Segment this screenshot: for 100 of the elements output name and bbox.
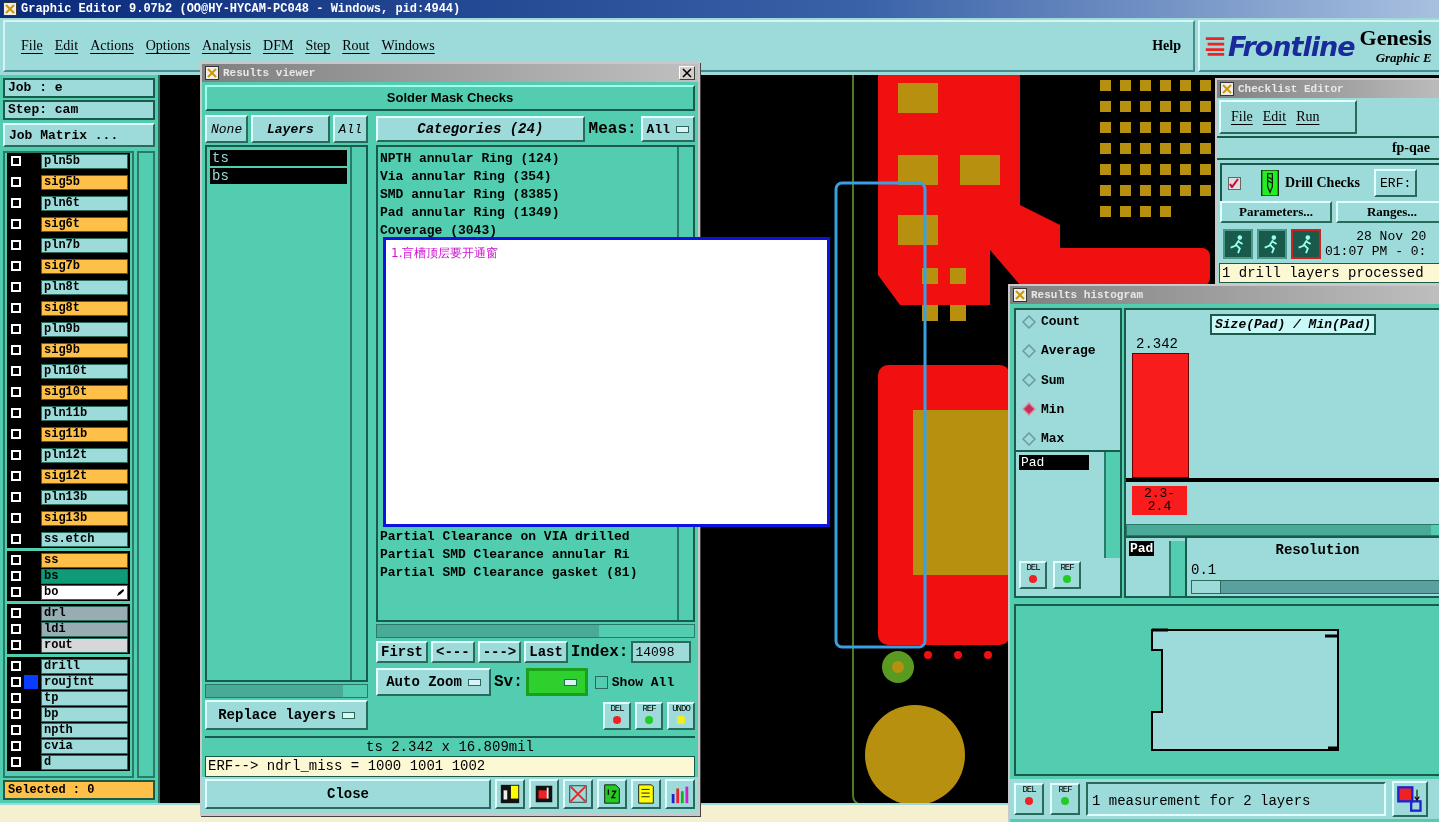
layer-checkbox[interactable] [11,240,21,250]
layer-checkbox[interactable] [11,471,21,481]
stop-icon[interactable] [529,779,559,809]
layer-item[interactable]: cvia [41,738,128,754]
close-button[interactable] [679,66,695,80]
layer-checkbox[interactable] [11,587,21,597]
bar-chart-icon[interactable] [665,779,695,809]
meas-dropdown[interactable]: All [640,116,695,142]
refresh-button[interactable]: REF [1050,783,1080,815]
menu-item[interactable]: File [15,38,49,54]
layer-item[interactable]: bo [41,584,128,600]
layer-item[interactable]: sig11b [41,426,128,442]
layer-item[interactable]: sig7b [41,258,128,274]
categories-button[interactable]: Categories (24) [376,116,585,142]
layer-checkbox[interactable] [11,677,21,687]
layer-item[interactable]: bp [41,706,128,722]
help-menu[interactable]: Help [1146,38,1187,54]
nav-button[interactable]: ---> [477,641,522,663]
layer-item[interactable]: drill [41,658,128,674]
layers-button[interactable]: Layers [251,115,330,143]
refresh-button[interactable]: REF [635,702,663,730]
layer-checkbox[interactable] [11,513,21,523]
menu-item[interactable]: Actions [84,38,140,54]
list-item[interactable]: Pad [1019,455,1089,470]
layer-checkbox[interactable] [11,624,21,634]
parameters-button[interactable]: Parameters... [1220,201,1332,223]
list-item[interactable]: Coverage (3043) [380,222,675,240]
show-all-checkbox[interactable] [594,675,608,689]
layer-item[interactable]: pln6t [41,195,128,211]
mode-radio[interactable] [1022,373,1036,387]
layer-checkbox[interactable] [11,757,21,767]
scrollbar[interactable] [1104,452,1120,558]
list-item[interactable]: Partial SMD Clearance gasket (81) [380,564,675,582]
check-checkbox[interactable] [1228,176,1241,190]
zoom-dropdown[interactable]: Auto Zoom [376,668,491,696]
layer-item[interactable]: ss [41,552,128,568]
menu-item[interactable]: Analysis [196,38,258,54]
layer-checkbox[interactable] [11,324,21,334]
menu-item[interactable]: DFM [257,38,300,54]
layer-checkbox[interactable] [11,219,21,229]
layer-checkbox[interactable] [11,492,21,502]
layer-item[interactable]: pln11b [41,405,128,421]
menu-item[interactable]: Step [299,38,337,54]
layer-checkbox[interactable] [11,261,21,271]
layer-item[interactable]: pln7b [41,237,128,253]
layer-item[interactable]: d [41,754,128,770]
layer-checkbox[interactable] [11,408,21,418]
layer-checkbox[interactable] [11,177,21,187]
layer-checkbox[interactable] [11,156,21,166]
nav-button[interactable]: <--- [431,641,475,663]
layer-item[interactable]: bs [41,568,128,584]
layer-item[interactable]: pln13b [41,489,128,505]
layer-item[interactable]: rout [41,637,128,653]
list-item[interactable]: NPTH annular Ring (124) [380,150,675,168]
none-button[interactable]: None [205,115,249,143]
layer-item[interactable]: sig6t [41,216,128,232]
layer-item[interactable]: sig8t [41,300,128,316]
delete-button[interactable]: DEL [1019,561,1047,589]
layer-checkbox[interactable] [11,345,21,355]
layer-checkbox[interactable] [11,387,21,397]
all-button[interactable]: All [332,115,368,143]
layer-checkbox[interactable] [11,661,21,671]
menu-item[interactable]: Edit [48,38,85,54]
layer-item[interactable]: sig12t [41,468,128,484]
layer-checkbox[interactable] [11,725,21,735]
layer-checkbox[interactable] [11,450,21,460]
delete-button[interactable]: DEL [1014,783,1044,815]
layer-checkbox[interactable] [11,741,21,751]
run-icon[interactable] [1223,229,1253,259]
note-icon[interactable] [631,779,661,809]
layer-item[interactable]: pln12t [41,447,128,463]
menu-item[interactable]: Run [1292,109,1324,125]
list-item[interactable]: bs [210,168,347,184]
layer-item[interactable]: drl [41,605,128,621]
close-button[interactable]: Close [205,779,491,809]
list-item[interactable]: Pad annular Ring (1349) [380,204,675,222]
layer-checkbox[interactable] [11,693,21,703]
list-item[interactable]: Partial SMD Clearance annular Ri [380,546,675,564]
run-icon[interactable] [1291,229,1321,259]
run-icon[interactable] [1257,229,1287,259]
layer-checkbox[interactable] [11,303,21,313]
layer-checkbox[interactable] [11,534,21,544]
list-item[interactable]: Partial Clearance on VIA drilled [380,528,675,546]
ranges-button[interactable]: Ranges... [1336,201,1439,223]
layer-checkbox[interactable] [11,709,21,719]
scrollbar[interactable] [1169,541,1185,596]
list-item[interactable]: Via annular Ring (354) [380,168,675,186]
slider-thumb[interactable] [1192,581,1221,593]
mode-radio[interactable] [1022,343,1036,358]
layer-item[interactable]: sig13b [41,510,128,526]
menu-item[interactable]: File [1227,109,1257,125]
layer-item[interactable]: roujtnt [41,674,128,690]
mode-radio[interactable] [1022,431,1036,446]
undo-button[interactable]: UNDO [667,702,695,730]
layer-item[interactable]: sig5b [41,174,128,190]
menu-item[interactable]: Options [139,38,197,54]
menu-item[interactable]: Rout [336,38,376,54]
layer-checkbox[interactable] [11,198,21,208]
refresh-button[interactable]: REF [1053,561,1081,589]
erf-button[interactable]: ERF: [1374,169,1418,197]
